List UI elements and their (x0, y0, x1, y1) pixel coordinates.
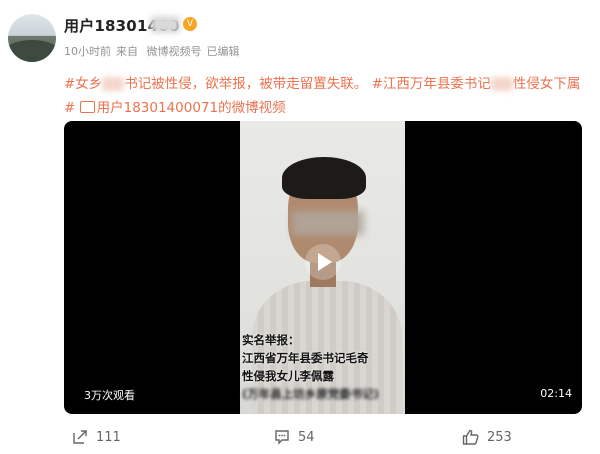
caption-line: (万年县上坊乡原党委书记) (242, 387, 380, 401)
caption-line: 江西省万年县委书记毛奇 (242, 351, 369, 365)
action-bar: 111 54 253 (0, 424, 600, 454)
comment-count: 54 (298, 429, 315, 445)
source-prefix: 来自 (116, 45, 138, 58)
post-time: 10小时前 (64, 45, 111, 58)
post-header: 用户18301400 V 10小时前 来自 微博视频号 已编辑 (0, 0, 600, 66)
view-count: 3万次观看 (84, 389, 135, 402)
post-source[interactable]: 微博视频号 (147, 45, 202, 58)
edited-label: 已编辑 (206, 45, 240, 58)
share-icon (73, 430, 87, 444)
video-icon (79, 101, 95, 113)
caption-line: 性侵我女儿李佩露 (242, 369, 334, 383)
blurred-text (102, 77, 125, 91)
vip-badge-icon: V (183, 17, 197, 31)
like-button[interactable]: 253 (462, 429, 512, 445)
video-link[interactable]: 用户18301400071的微博视频 (97, 100, 286, 116)
hashtag-1-start[interactable]: #女乡 (64, 76, 102, 92)
hashtag-1-end[interactable]: 书记被性侵，欲举报，被带走留置失联。 (124, 76, 367, 92)
comment-icon (275, 430, 289, 445)
video-duration: 02:14 (540, 387, 572, 400)
video-player[interactable]: 实名举报： 江西省万年县委书记毛奇 性侵我女儿李佩露 (万年县上坊乡原党委书记)… (64, 121, 582, 414)
post-text: #女乡 书记被性侵，欲举报，被带走留置失联。 #江西万年县委书记 性侵女下属# 用户… (64, 72, 584, 120)
blurred-text (490, 77, 513, 91)
comment-button[interactable]: 54 (274, 429, 315, 445)
avatar[interactable] (8, 14, 56, 62)
blurred-name (150, 16, 180, 33)
play-icon[interactable] (305, 244, 341, 280)
post-meta: 10小时前 来自 微博视频号 已编辑 (64, 43, 245, 59)
face-blur (292, 211, 364, 235)
video-caption: 实名举报： 江西省万年县委书记毛奇 性侵我女儿李佩露 (万年县上坊乡原党委书记) (242, 331, 379, 403)
person-hair (282, 157, 366, 199)
thumbs-up-icon (462, 429, 479, 445)
hashtag-2-start[interactable]: #江西万年县委书记 (372, 76, 491, 92)
share-button[interactable]: 111 (72, 429, 121, 445)
share-count: 111 (96, 429, 121, 445)
like-count: 253 (487, 429, 512, 445)
caption-line: 实名举报： (242, 333, 300, 347)
